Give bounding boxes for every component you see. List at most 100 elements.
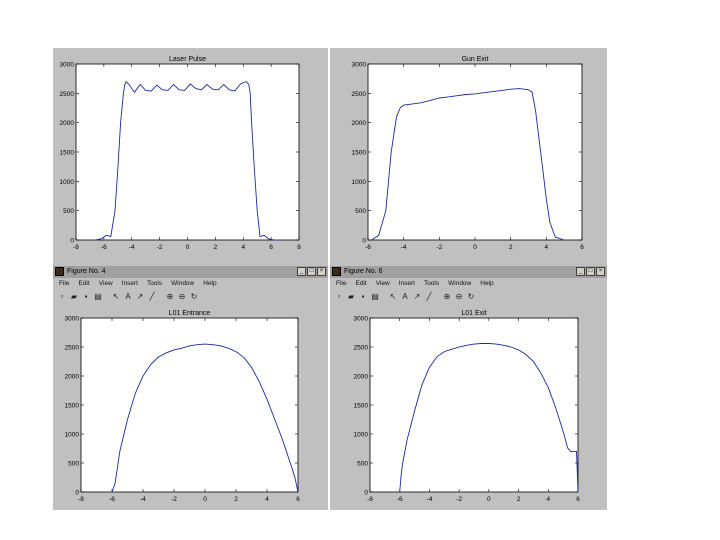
y-tick-label: 2500 [60, 91, 75, 98]
select-arrow-icon[interactable]: ↖ [111, 292, 121, 302]
open-icon[interactable]: ▰ [69, 292, 79, 302]
x-tick-label: -2 [436, 244, 442, 251]
x-tick-label: -4 [129, 244, 135, 251]
menu-insert[interactable]: Insert [122, 278, 138, 289]
x-tick-label: -6 [397, 496, 403, 503]
text-icon[interactable]: A [123, 292, 133, 302]
title-bar[interactable]: Figure No. 6 _ □ × [330, 266, 607, 278]
matlab-app-icon [332, 267, 341, 276]
y-tick-label: 2000 [352, 120, 367, 127]
x-tick-label: 0 [186, 244, 190, 251]
maximize-button[interactable]: □ [586, 267, 595, 276]
y-tick-label: 0 [70, 238, 74, 245]
x-tick-label: 4 [265, 496, 269, 503]
y-tick-label: 2000 [60, 120, 75, 127]
chart-title: Gun Exit [462, 56, 489, 63]
plot-area [80, 317, 299, 493]
save-icon[interactable]: ▪ [358, 292, 368, 302]
arrow-icon[interactable]: ↗ [412, 292, 422, 302]
menu-bar: File Edit View Insert Tools Window Help [330, 278, 607, 289]
menu-view[interactable]: View [376, 278, 390, 289]
rotate-icon[interactable]: ↻ [189, 292, 199, 302]
menu-insert[interactable]: Insert [399, 278, 415, 289]
y-tick-label: 2000 [354, 374, 369, 381]
zoom-in-icon[interactable]: ⊕ [165, 292, 175, 302]
menu-window[interactable]: Window [448, 278, 471, 289]
x-tick-label: -2 [171, 496, 177, 503]
x-tick-label: -4 [401, 244, 407, 251]
title-bar[interactable]: Figure No. 4 _ □ × [53, 266, 328, 278]
zoom-out-icon[interactable]: ⊖ [177, 292, 187, 302]
y-tick-label: 500 [63, 208, 74, 215]
menu-bar: File Edit View Insert Tools Window Help [53, 278, 328, 289]
arrow-icon[interactable]: ↗ [135, 292, 145, 302]
y-tick-label: 0 [362, 238, 366, 245]
line-icon[interactable]: ╱ [424, 292, 434, 302]
toolbar: ▫ ▰ ▪ ▤ ↖ A ↗ ╱ ⊕ ⊖ ↻ [53, 290, 328, 304]
x-tick-label: 6 [269, 244, 273, 251]
y-tick-label: 2000 [65, 374, 80, 381]
x-tick-label: -6 [365, 244, 371, 251]
chart-l01-exit: L01 Exit -8 -6 -4 -2 0 2 4 6 0 500 1000 1500 2000 2500… [354, 310, 581, 503]
y-tick-label: 2500 [352, 91, 367, 98]
x-tick-label: 0 [473, 244, 477, 251]
menu-help[interactable]: Help [203, 278, 216, 289]
close-button[interactable]: × [596, 267, 605, 276]
y-tick-label: 1000 [354, 432, 369, 439]
chart-gun-exit: Gun Exit -6 -4 -2 0 2 4 6 0 500 1000 1500 2000 2500 30… [352, 56, 585, 251]
figure-window-6: Figure No. 6 _ □ × File Edit View Insert… [330, 266, 607, 510]
print-icon[interactable]: ▤ [370, 292, 380, 302]
text-icon[interactable]: A [400, 292, 410, 302]
line-icon[interactable]: ╱ [147, 292, 157, 302]
x-tick-label: 4 [546, 496, 550, 503]
rotate-icon[interactable]: ↻ [466, 292, 476, 302]
x-tick-label: 8 [297, 244, 301, 251]
chart-laser-pulse: Laser Pulse -8 -6 -4 -2 0 2 4 6 8 0 500 1000 1500 2000… [60, 56, 302, 251]
x-tick-label: -4 [427, 496, 433, 503]
chart-title: L01 Exit [461, 310, 486, 317]
x-tick-label: 4 [545, 244, 549, 251]
open-icon[interactable]: ▰ [346, 292, 356, 302]
x-tick-label: 2 [509, 244, 513, 251]
figure-window-laser-pulse: Laser Pulse -8 -6 -4 -2 0 2 4 6 8 0 500 1000 1500 2000… [53, 48, 328, 267]
menu-file[interactable]: File [59, 278, 69, 289]
select-arrow-icon[interactable]: ↖ [388, 292, 398, 302]
new-figure-icon[interactable]: ▫ [334, 292, 344, 302]
close-button[interactable]: × [317, 267, 326, 276]
menu-file[interactable]: File [336, 278, 346, 289]
x-tick-label: 6 [580, 244, 584, 251]
y-tick-label: 3000 [354, 316, 369, 323]
x-tick-label: -2 [456, 496, 462, 503]
figure-window-gun-exit: Gun Exit -6 -4 -2 0 2 4 6 0 500 1000 1500 2000 2500 30… [330, 48, 607, 267]
zoom-in-icon[interactable]: ⊕ [442, 292, 452, 302]
y-tick-label: 3000 [352, 62, 367, 69]
x-tick-label: 2 [214, 244, 218, 251]
minimize-button[interactable]: _ [576, 267, 585, 276]
menu-tools[interactable]: Tools [147, 278, 162, 289]
menu-view[interactable]: View [99, 278, 113, 289]
x-tick-label: -6 [101, 244, 107, 251]
minimize-button[interactable]: _ [297, 267, 306, 276]
menu-edit[interactable]: Edit [78, 278, 89, 289]
zoom-out-icon[interactable]: ⊖ [454, 292, 464, 302]
x-tick-label: -8 [78, 496, 84, 503]
x-tick-label: -2 [157, 244, 163, 251]
chart-l01-entrance: L01 Entrance -8 -6 -4 -2 0 2 4 6 0 500 1000 1500 2000… [65, 310, 301, 503]
y-tick-label: 3000 [65, 316, 80, 323]
x-tick-label: -4 [140, 496, 146, 503]
y-tick-label: 1000 [65, 432, 80, 439]
y-tick-label: 0 [364, 490, 368, 497]
save-icon[interactable]: ▪ [81, 292, 91, 302]
print-icon[interactable]: ▤ [93, 292, 103, 302]
menu-tools[interactable]: Tools [424, 278, 439, 289]
menu-edit[interactable]: Edit [355, 278, 366, 289]
new-figure-icon[interactable]: ▫ [57, 292, 67, 302]
maximize-button[interactable]: □ [307, 267, 316, 276]
x-tick-label: 6 [296, 496, 300, 503]
toolbar: ▫ ▰ ▪ ▤ ↖ A ↗ ╱ ⊕ ⊖ ↻ [330, 290, 607, 304]
y-tick-label: 3000 [60, 62, 75, 69]
y-tick-label: 2500 [354, 345, 369, 352]
menu-window[interactable]: Window [171, 278, 194, 289]
menu-help[interactable]: Help [480, 278, 493, 289]
window-title: Figure No. 6 [344, 268, 383, 275]
